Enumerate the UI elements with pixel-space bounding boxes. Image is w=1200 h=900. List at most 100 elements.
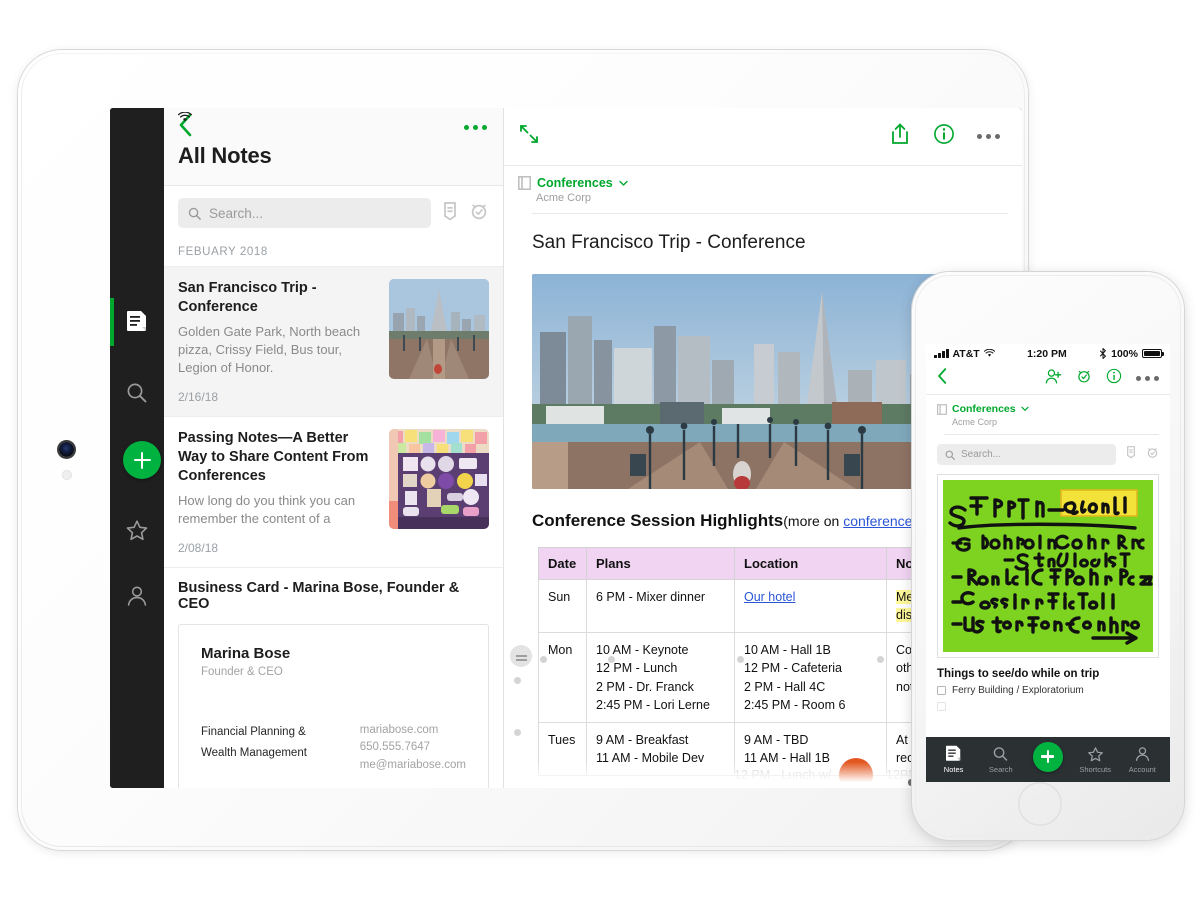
phone-reminder-filter-button[interactable] <box>1146 446 1159 464</box>
tag-filter-button[interactable] <box>441 201 459 226</box>
col-grip-dot[interactable] <box>737 656 744 663</box>
section-heading-text: Conference Session Highlights <box>532 511 784 530</box>
row-grip-dot[interactable] <box>514 677 521 684</box>
col-grip-dot[interactable] <box>608 656 615 663</box>
search-icon <box>127 383 147 403</box>
card-website: mariabose.com <box>359 723 439 736</box>
notes-list-title: All Notes <box>164 143 503 186</box>
business-card-preview: Marina Bose Founder & CEO Financial Plan… <box>178 623 489 788</box>
checkbox-icon[interactable] <box>937 686 946 695</box>
col-grip-dot[interactable] <box>877 656 884 663</box>
note-list-item-1[interactable]: Passing Notes—A Better Way to Share Cont… <box>164 415 503 567</box>
tab-account[interactable]: Account <box>1120 745 1164 774</box>
tab-notes[interactable]: Notes <box>932 745 976 774</box>
status-time: 1:20 PM <box>1027 347 1067 360</box>
new-note-button[interactable] <box>1032 741 1063 772</box>
section-heading-suffix: (more on <box>783 513 844 529</box>
cell-plans: 6 PM - Mixer dinner <box>586 578 735 634</box>
search-icon <box>945 450 955 460</box>
col-header-plans: Plans <box>586 547 735 580</box>
row-grip-dot[interactable] <box>514 729 521 736</box>
phone-overflow-button[interactable] <box>1136 376 1159 381</box>
add-person-icon <box>1045 368 1062 384</box>
account-icon <box>1135 747 1149 762</box>
note-title: San Francisco Trip - Conference <box>178 280 317 316</box>
card-phone: 650.555.7647 <box>359 741 431 754</box>
phone-notebook-name[interactable]: Conferences <box>952 403 1016 415</box>
sidebar-item-search[interactable] <box>110 371 164 415</box>
expand-note-button[interactable] <box>518 123 540 150</box>
sidebar-new-note-button[interactable] <box>123 441 161 479</box>
card-email: me@mariabose.com <box>359 759 466 772</box>
app-sidebar-rail <box>110 108 164 788</box>
sticky-note-image <box>943 480 1153 652</box>
alarm-clock-icon <box>1078 370 1090 383</box>
phone-home-button[interactable] <box>1018 782 1062 826</box>
note-editor-toolbar <box>504 108 1022 166</box>
reminder-filter-button[interactable] <box>469 201 489 226</box>
location-line: 12 PM - Cafeteria <box>744 661 842 676</box>
note-info-button[interactable] <box>933 123 955 150</box>
search-input[interactable]: Search... <box>178 198 431 228</box>
handwritten-note-attachment[interactable] <box>937 474 1159 658</box>
sidebar-item-account[interactable] <box>110 574 164 618</box>
checkbox-icon[interactable] <box>937 702 946 711</box>
search-icon <box>994 747 1008 761</box>
table-handle-icon[interactable] <box>510 645 532 667</box>
plan-line: 10 AM - Keynote <box>596 643 689 658</box>
phone-back-button[interactable] <box>937 367 948 390</box>
phone-tag-button[interactable] <box>1125 445 1137 464</box>
wifi-icon <box>177 110 193 128</box>
note-title: Passing Notes—A Better Way to Share Cont… <box>178 429 369 485</box>
checklist-heading: Things to see/do while on trip <box>937 668 1100 680</box>
note-title-field[interactable]: San Francisco Trip - Conference <box>504 214 1022 254</box>
notes-list-pane: All Notes Search... FEBUARY 2018 San Fra… <box>164 108 504 788</box>
note-list-item-0[interactable]: San Francisco Trip - Conference Golden G… <box>164 266 503 416</box>
tab-search[interactable]: Search <box>979 745 1023 774</box>
plan-line: 12 PM - Lunch <box>596 661 678 676</box>
card-services: Financial Planning & Wealth Management <box>201 725 307 759</box>
tab-new-note[interactable] <box>1026 741 1070 778</box>
wifi-icon <box>983 349 995 357</box>
tab-label: Account <box>1128 765 1156 774</box>
note-editor-overflow-button[interactable] <box>977 134 1000 139</box>
notes-list-overflow-button[interactable] <box>464 125 487 130</box>
hotel-link[interactable]: Our hotel <box>744 590 795 604</box>
phone-info-button[interactable] <box>1106 368 1122 389</box>
chevron-down-icon[interactable] <box>1021 406 1029 412</box>
checklist-item-partial[interactable] <box>937 701 1159 712</box>
cell-date: Sun <box>538 578 587 634</box>
card-contact: mariabose.com 650.555.7647 me@mariabose.… <box>360 722 466 775</box>
phone-status-bar: AT&T 1:20 PM 100% <box>926 344 1170 363</box>
cell-plans: 10 AM - Keynote 12 PM - Lunch 2 PM - Dr.… <box>586 632 735 723</box>
tag-icon <box>444 201 456 220</box>
location-line: 2:45 PM - Room 6 <box>744 697 846 712</box>
checklist-item[interactable]: Ferry Building / Exploratorium <box>937 685 1159 696</box>
more-options-icon <box>1136 376 1141 381</box>
more-options-icon <box>977 134 982 139</box>
chevron-down-icon[interactable] <box>619 180 628 187</box>
share-icon <box>892 123 908 144</box>
phone-share-note-button[interactable] <box>1045 368 1062 390</box>
cutoff-decoration <box>839 758 873 788</box>
notes-list-search-row: Search... <box>164 186 503 236</box>
search-placeholder: Search... <box>209 205 264 221</box>
note-metadata: Conferences Acme Corp <box>504 166 1022 204</box>
share-note-button[interactable] <box>889 122 911 151</box>
sidebar-item-notes[interactable] <box>110 300 164 344</box>
notebook-name[interactable]: Conferences <box>537 176 613 190</box>
tab-shortcuts[interactable]: Shortcuts <box>1073 746 1117 774</box>
plan-line: 9 AM - Breakfast <box>596 732 689 747</box>
battery-percent: 100% <box>1111 347 1138 360</box>
phone-reminder-button[interactable] <box>1076 368 1092 389</box>
col-grip-dot[interactable] <box>540 656 547 663</box>
note-snippet: Golden Gate Park, North beach pizza, Cri… <box>178 323 361 376</box>
phone-search-input[interactable]: Search... <box>937 444 1116 465</box>
account-icon <box>127 586 147 606</box>
card-role: Founder & CEO <box>201 665 283 678</box>
plan-line: 2 PM - Dr. Franck <box>596 679 694 694</box>
note-list-item-2[interactable]: Business Card - Marina Bose, Founder & C… <box>164 566 503 788</box>
more-options-icon <box>464 125 469 130</box>
chevron-left-icon <box>938 368 947 384</box>
sidebar-item-shortcuts[interactable] <box>110 508 164 552</box>
